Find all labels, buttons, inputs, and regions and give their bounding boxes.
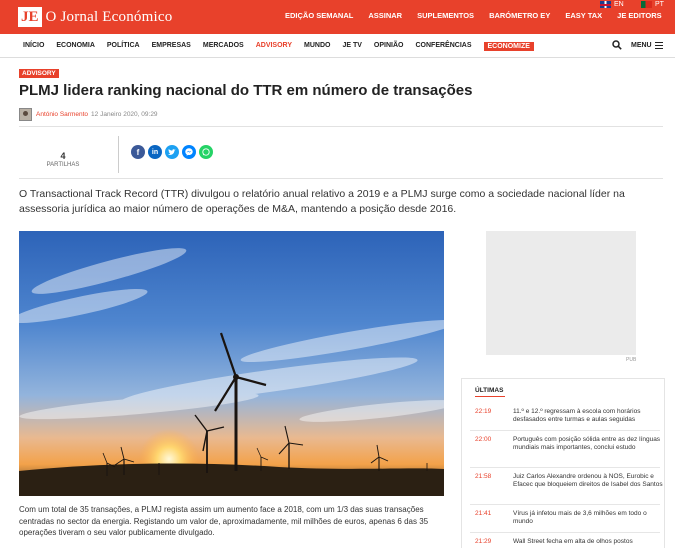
latest-news-title: ÚLTIMAS (475, 387, 504, 394)
nav-item-opiniao[interactable]: OPINIÃO (374, 42, 404, 51)
news-item[interactable]: 22:19 11.º e 12.º regressam à escola com… (475, 408, 660, 430)
top-link-barometro-ey[interactable]: BARÓMETRO EY (489, 11, 550, 20)
menu-label: MENU (631, 42, 652, 49)
divider (470, 532, 660, 533)
share-count: 4 (60, 151, 66, 161)
category-tag[interactable]: ADVISORY (19, 69, 59, 78)
linkedin-icon[interactable]: in (148, 145, 162, 159)
news-time: 21:58 (475, 473, 492, 480)
lang-pt-label: PT (655, 1, 664, 8)
logo-mark: JE (18, 7, 42, 27)
share-counter: 4 PARTILHAS (40, 151, 86, 168)
hamburger-icon (654, 42, 663, 49)
news-headline: Vírus já infetou mais de 3,6 milhões em … (513, 510, 647, 525)
messenger-icon[interactable] (182, 145, 196, 159)
top-link-je-editors[interactable]: JE EDITORS (617, 11, 661, 20)
whatsapp-icon[interactable] (199, 145, 213, 159)
news-time: 21:41 (475, 510, 492, 517)
twitter-icon[interactable] (165, 145, 179, 159)
news-headline: Português com posição sólida entre as de… (513, 436, 661, 451)
article-title: PLMJ lidera ranking nacional do TTR em n… (19, 82, 473, 99)
top-link-easy-tax[interactable]: EASY TAX (565, 11, 602, 20)
pub-label: PUB (626, 357, 637, 363)
news-item[interactable]: 21:58 Juiz Carlos Alexandre ordenou à NO… (475, 473, 663, 503)
site-logo[interactable]: JE O Jornal Económico (18, 5, 172, 29)
nav-item-mercados[interactable]: MERCADOS (203, 42, 244, 51)
top-bar: JE O Jornal Económico EDIÇÃO SEMANAL ASS… (0, 0, 675, 34)
pt-flag-icon (641, 1, 652, 8)
nav-item-inicio[interactable]: INÍCIO (23, 42, 44, 51)
facebook-icon[interactable]: f (131, 145, 145, 159)
nav-item-economia[interactable]: ECONOMIA (56, 42, 95, 51)
top-link-suplementos[interactable]: SUPLEMENTOS (417, 11, 474, 20)
lang-pt-link[interactable]: PT (641, 1, 664, 8)
share-divider (118, 136, 119, 173)
lang-en-link[interactable]: EN (600, 1, 624, 8)
nav-item-je-tv[interactable]: JE TV (342, 42, 361, 51)
article-body: Com um total de 35 transações, a PLMJ re… (19, 505, 429, 537)
search-icon[interactable] (612, 40, 622, 50)
divider (470, 430, 660, 431)
social-share-buttons: f in (131, 145, 216, 159)
lang-en-label: EN (614, 1, 624, 8)
author-link[interactable]: António Sarmento (36, 111, 88, 118)
news-headline: 11.º e 12.º regressam à escola com horár… (513, 408, 641, 423)
nav-item-empresas[interactable]: EMPRESAS (152, 42, 191, 51)
news-time: 22:19 (475, 408, 492, 415)
ad-slot[interactable] (486, 231, 636, 355)
divider (19, 178, 663, 179)
nav-item-conferencias[interactable]: CONFERÊNCIAS (415, 42, 471, 51)
news-headline: Juiz Carlos Alexandre ordenou à NOS, Eur… (513, 473, 663, 488)
nav-item-advisory[interactable]: ADVISORY (256, 42, 292, 51)
publish-date: 12 Janeiro 2020, 09:29 (91, 111, 158, 118)
nav-item-politica[interactable]: POLÍTICA (107, 42, 140, 51)
news-item[interactable]: 22:00 Português com posição sólida entre… (475, 436, 660, 466)
divider (470, 467, 660, 468)
news-headline: Wall Street fecha em alta de olhos posto… (513, 538, 633, 545)
news-time: 21:29 (475, 538, 492, 545)
logo-text: O Jornal Económico (45, 8, 173, 25)
author-avatar (19, 108, 32, 121)
news-item[interactable]: 21:29 Wall Street fecha em alta de olhos… (475, 538, 660, 548)
nav-item-mundo[interactable]: MUNDO (304, 42, 330, 51)
divider (470, 504, 660, 505)
top-links: EDIÇÃO SEMANAL ASSINAR SUPLEMENTOS BARÓM… (285, 11, 675, 20)
share-label: PARTILHAS (46, 162, 80, 168)
article-hero-image (19, 231, 444, 496)
divider (19, 126, 663, 127)
top-link-edicao-semanal[interactable]: EDIÇÃO SEMANAL (285, 11, 353, 20)
menu-button[interactable]: MENU (631, 42, 663, 49)
nav-items: INÍCIO ECONOMIA POLÍTICA EMPRESAS MERCAD… (23, 42, 546, 51)
title-accent (475, 396, 505, 397)
news-time: 22:00 (475, 436, 492, 443)
nav-item-economize[interactable]: ECONOMIZE (483, 42, 534, 51)
article-lead: O Transactional Track Record (TTR) divul… (19, 188, 625, 215)
news-item[interactable]: 21:41 Vírus já infetou mais de 3,6 milhõ… (475, 510, 660, 530)
top-link-assinar[interactable]: ASSINAR (368, 11, 402, 20)
uk-flag-icon (600, 1, 611, 8)
main-nav: INÍCIO ECONOMIA POLÍTICA EMPRESAS MERCAD… (0, 34, 675, 58)
byline: António Sarmento 12 Janeiro 2020, 09:29 (19, 108, 158, 121)
